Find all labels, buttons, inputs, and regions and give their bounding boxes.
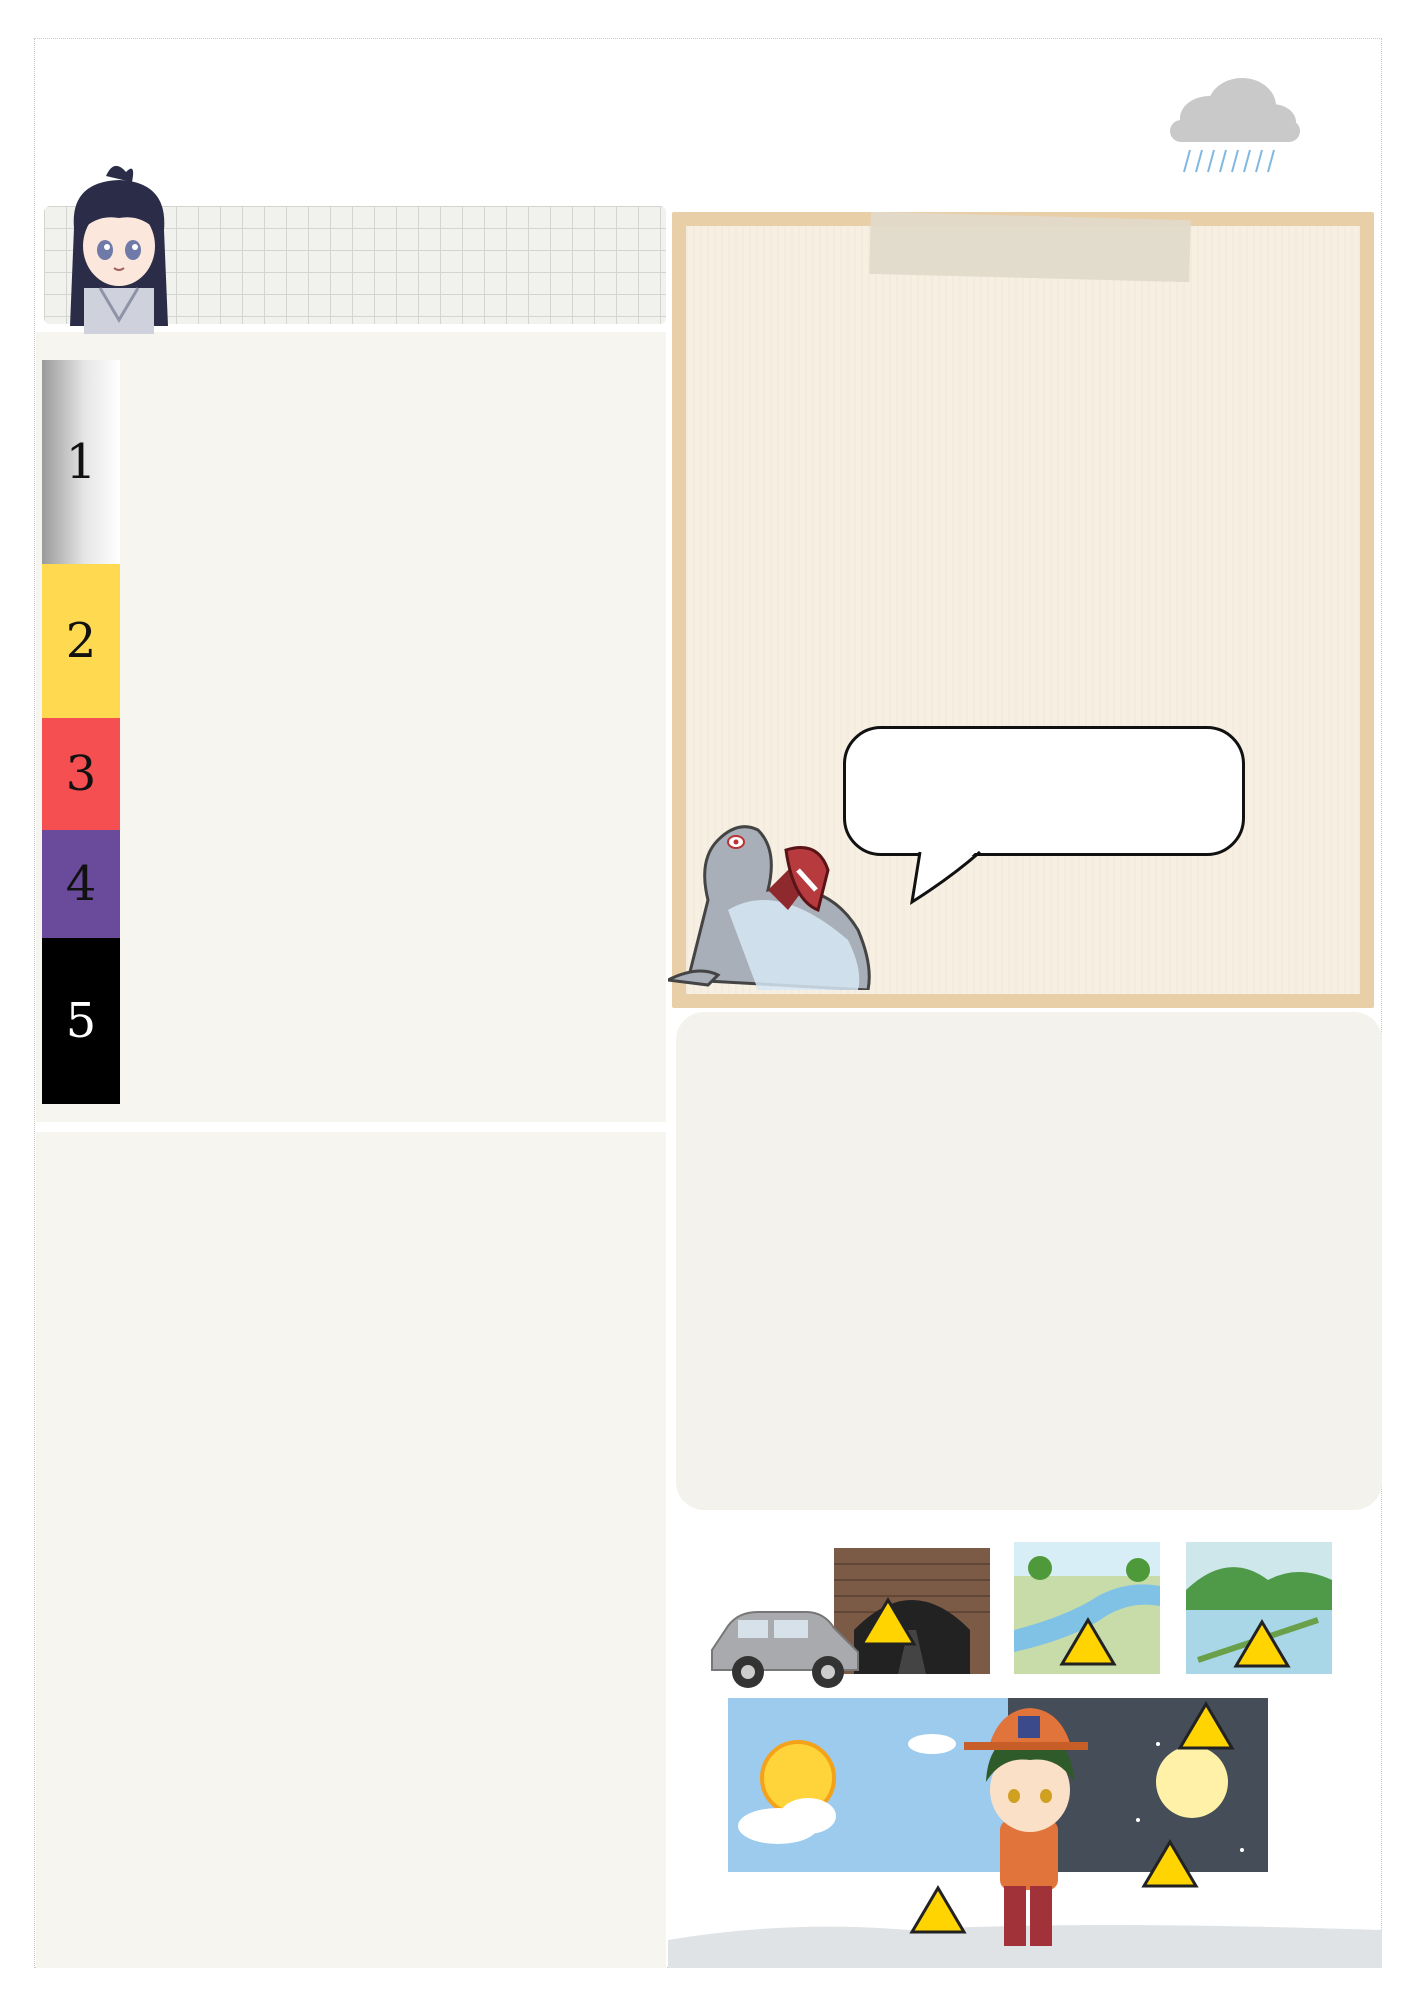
girl-avatar [70,165,168,334]
lower-left-panel [36,1132,666,1968]
level-5: 5 [42,938,120,1104]
warning-level-scale: 1 2 3 4 5 [42,360,120,1104]
level-3: 3 [42,718,120,830]
scale-panel [36,332,666,1122]
level-2-label: 2 [65,613,97,669]
hazard-illustration [668,1542,1382,1968]
level-2: 2 [42,564,120,718]
masking-tape [869,211,1191,283]
level-4-label: 4 [65,856,97,912]
info-box [676,1012,1382,1510]
seal-mascot [668,825,871,990]
level-3-label: 3 [65,746,97,802]
level-1: 1 [42,360,120,564]
rain-cloud-icon [1170,78,1300,173]
level-5-label: 5 [65,993,97,1049]
speech-bubble-tail [909,848,981,906]
level-1-label: 1 [65,434,97,490]
level-4: 4 [42,830,120,938]
